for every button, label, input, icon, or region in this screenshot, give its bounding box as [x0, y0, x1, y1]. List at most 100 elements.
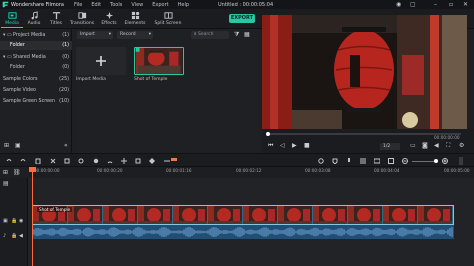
zoom-in-icon[interactable]: [442, 158, 448, 164]
video-clip[interactable]: Shot of Temple: [32, 205, 454, 225]
tab-media[interactable]: Media: [1, 10, 23, 28]
play-icon[interactable]: ▶: [292, 142, 297, 149]
volume-icon[interactable]: ◀: [434, 142, 439, 149]
fullscreen-icon[interactable]: ⛶: [446, 142, 450, 150]
motion-tracking-icon[interactable]: [135, 158, 141, 164]
panel-toggle[interactable]: [459, 157, 463, 165]
search-input[interactable]: ⌕ Search: [191, 31, 229, 39]
speed-icon[interactable]: [107, 158, 113, 164]
zoom-icon[interactable]: [78, 158, 84, 164]
sidebar-item-shared-folder[interactable]: Folder (0): [0, 63, 72, 72]
zoom-out-icon[interactable]: [402, 158, 408, 164]
fit-icon[interactable]: [388, 158, 394, 164]
audio-clip[interactable]: [32, 225, 454, 239]
eye-icon[interactable]: ◉: [19, 218, 23, 224]
add-track-icon[interactable]: ⊞: [3, 169, 8, 176]
media-toolbar: Import ▾ Record ▾ ⌕ Search ⧩ ▦: [73, 29, 259, 41]
voiceover-icon[interactable]: [346, 158, 352, 164]
media-clip-thumbnail[interactable]: [134, 47, 184, 75]
preview-scrubber[interactable]: [266, 132, 461, 136]
tab-elements[interactable]: Elements: [124, 10, 146, 28]
menu-export[interactable]: Export: [152, 2, 168, 8]
crop-icon[interactable]: [64, 158, 70, 164]
clip-frame: [313, 206, 347, 224]
playhead[interactable]: [29, 167, 36, 266]
menu-file[interactable]: File: [74, 2, 82, 8]
lock-icon[interactable]: 🔒: [11, 218, 17, 224]
clip-label: Shot of Temple: [37, 207, 73, 212]
tab-effects[interactable]: Effects: [98, 10, 120, 28]
color-icon[interactable]: [93, 158, 99, 164]
sidebar-item-sample-green-screen[interactable]: Sample Green Screen (10): [0, 97, 72, 106]
snapshot-icon[interactable]: ◙: [422, 142, 428, 149]
tab-split-screen[interactable]: Split Screen: [153, 10, 183, 28]
settings-icon[interactable]: ⚙: [459, 142, 464, 149]
item-count: (10): [59, 99, 69, 104]
menu-tools[interactable]: Tools: [110, 2, 122, 8]
notification-icon[interactable]: ▢: [410, 1, 416, 8]
filter-icon[interactable]: ⧩: [234, 31, 239, 39]
grid-view-icon[interactable]: ▦: [244, 31, 250, 38]
close-icon[interactable]: ✕: [463, 1, 468, 8]
redo-icon[interactable]: [20, 158, 26, 164]
zoom-slider[interactable]: [412, 159, 438, 163]
minimize-icon[interactable]: –: [434, 1, 437, 8]
import-media-tile[interactable]: [76, 47, 126, 75]
sidebar-item-label: Sample Green Screen: [3, 99, 56, 104]
playback-ratio-dropdown[interactable]: 1/2: [380, 143, 400, 150]
sidebar-item-folder[interactable]: Folder (1): [0, 41, 72, 50]
audio-stretch-icon[interactable]: [163, 158, 177, 164]
new-folder-icon[interactable]: ⊞: [4, 142, 9, 149]
audio-mixer-icon[interactable]: [360, 158, 366, 164]
timeline-ruler[interactable]: 00:00:00:00 00:00:00:20 00:00:01:16 00:0…: [28, 167, 474, 178]
sidebar-item-sample-colors[interactable]: Sample Colors (25): [0, 75, 72, 84]
menu-view[interactable]: View: [131, 2, 143, 8]
link-icon[interactable]: ⛓: [13, 169, 21, 176]
keyframe-icon[interactable]: [149, 158, 155, 164]
playhead-handle[interactable]: [29, 167, 36, 172]
add-folder-icon[interactable]: ▣: [15, 142, 21, 149]
ruler-tick: 00:00:00:00: [34, 168, 60, 173]
render-preview-icon[interactable]: [318, 158, 324, 164]
freeze-icon[interactable]: [121, 158, 127, 164]
sidebar-item-sample-video[interactable]: Sample Video (20): [0, 86, 72, 95]
stop-icon[interactable]: ■: [304, 142, 310, 149]
track-headers: ⊞ ⛓ ▤ ▣ 🔒 ◉ ♪ 🔒 ◀: [0, 169, 28, 266]
tab-media-label: Media: [5, 21, 19, 26]
play-back-icon[interactable]: ◁: [280, 142, 285, 149]
export-button[interactable]: EXPORT: [229, 14, 255, 23]
lock-icon[interactable]: 🔒: [11, 233, 17, 239]
tab-audio[interactable]: Audio: [23, 10, 45, 28]
media-icon: [7, 12, 17, 19]
clip-frame: [208, 206, 242, 224]
media-grid: Import Media Shot of Temple: [73, 41, 259, 153]
menu-edit[interactable]: Edit: [91, 2, 101, 8]
previous-frame-icon[interactable]: ⏮: [268, 142, 273, 150]
ruler-tick: 00:00:00:20: [97, 168, 123, 173]
menu-help[interactable]: Help: [178, 2, 189, 8]
app-title: Wondershare Filmora: [11, 1, 64, 8]
elements-icon: [131, 11, 139, 20]
record-dropdown[interactable]: Record ▾: [117, 31, 153, 39]
sidebar-item-project-media[interactable]: ▾ ▭ Project Media (1): [0, 31, 72, 40]
snapshot-icon-2[interactable]: [374, 158, 380, 164]
account-icon[interactable]: ◉: [396, 1, 401, 8]
speaker-icon[interactable]: ◀: [19, 233, 23, 239]
delete-icon[interactable]: [35, 158, 41, 164]
import-dropdown[interactable]: Import ▾: [77, 31, 113, 39]
snap-icon[interactable]: ▤: [3, 180, 9, 187]
clip-frame: [68, 206, 102, 224]
scrubber-handle[interactable]: [266, 132, 270, 136]
sidebar-item-shared-media[interactable]: ▾ ▭ Shared Media (0): [0, 53, 72, 62]
tab-transitions[interactable]: Transitions: [70, 10, 94, 28]
zoom-slider-handle[interactable]: [434, 159, 438, 163]
collapse-panel-icon[interactable]: «: [64, 142, 68, 149]
marker-icon[interactable]: [332, 158, 338, 164]
undo-icon[interactable]: [6, 158, 12, 164]
media-library-panel: ▾ ▭ Project Media (1) Folder (1) ▾ ▭ Sha…: [0, 29, 72, 153]
maximize-icon[interactable]: ▫: [449, 1, 453, 8]
video-track-icon: ▣: [3, 218, 8, 224]
tab-titles[interactable]: Titles: [45, 10, 67, 28]
cut-icon[interactable]: [50, 158, 56, 164]
render-icon[interactable]: ▭: [410, 142, 416, 149]
